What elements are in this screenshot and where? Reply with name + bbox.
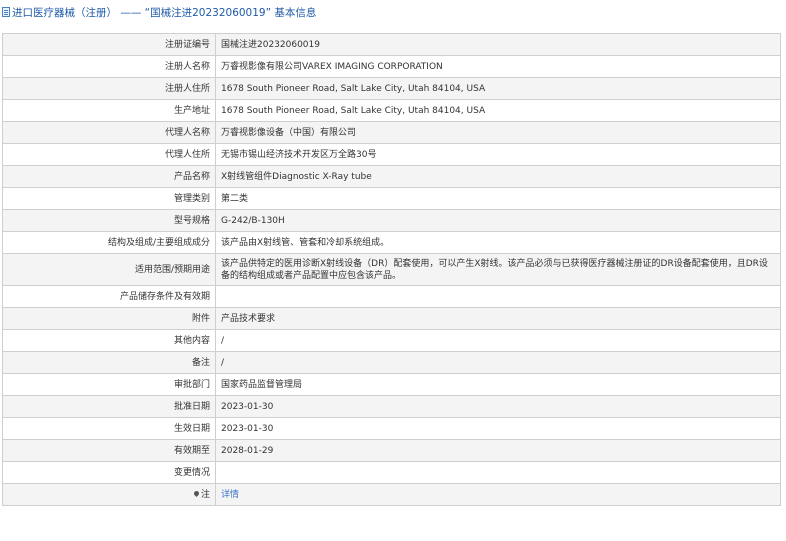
table-row: 管理类别 第二类 [2,187,781,210]
registration-detail-table: 注册证编号 国械注进20232060019 注册人名称 万睿视影像有限公司VAR… [2,33,781,506]
row-label: 代理人名称 [2,121,216,144]
row-label: 产品名称 [2,165,216,188]
row-label: 审批部门 [2,373,216,396]
row-value: / [215,351,781,374]
table-row: 审批部门 国家药品监督管理局 [2,373,781,396]
table-row: 注册人名称 万睿视影像有限公司VAREX IMAGING CORPORATION [2,55,781,78]
table-row: 注册证编号 国械注进20232060019 [2,33,781,56]
row-label: 管理类别 [2,187,216,210]
row-label: 产品储存条件及有效期 [2,285,216,308]
table-row: 有效期至 2028-01-29 [2,439,781,462]
page-title: 进口医疗器械（注册） —— “国械注进20232060019” 基本信息 [12,6,317,19]
table-row: 产品储存条件及有效期 [2,285,781,308]
row-label: 型号规格 [2,209,216,232]
row-value: 该产品由X射线管、管套和冷却系统组成。 [215,231,781,254]
row-value: 国械注进20232060019 [215,33,781,56]
row-label: 附件 [2,307,216,330]
details-link[interactable]: 详情 [221,490,239,500]
table-row: 注册人住所 1678 South Pioneer Road, Salt Lake… [2,77,781,100]
row-value: 产品技术要求 [215,307,781,330]
row-value: 2028-01-29 [215,439,781,462]
page-header: 进口医疗器械（注册） —— “国械注进20232060019” 基本信息 [0,0,786,24]
row-value: 第二类 [215,187,781,210]
row-value: 1678 South Pioneer Road, Salt Lake City,… [215,99,781,122]
row-label: 生效日期 [2,417,216,440]
row-label: 结构及组成/主要组成成分 [2,231,216,254]
row-value: 万睿视影像有限公司VAREX IMAGING CORPORATION [215,55,781,78]
table-row: 产品名称 X射线管组件Diagnostic X-Ray tube [2,165,781,188]
table-row: 结构及组成/主要组成成分 该产品由X射线管、管套和冷却系统组成。 [2,231,781,254]
row-value: 1678 South Pioneer Road, Salt Lake City,… [215,77,781,100]
row-value: X射线管组件Diagnostic X-Ray tube [215,165,781,188]
row-value: 该产品供特定的医用诊断X射线设备（DR）配套使用，可以产生X射线。该产品必须与已… [215,253,781,286]
row-label: 变更情况 [2,461,216,484]
row-value [215,461,781,484]
note-label: 注 [2,483,216,506]
table-row: 变更情况 [2,461,781,484]
table-row: 注 详情 [2,483,781,506]
row-value: G-242/B-130H [215,209,781,232]
table-row: 生效日期 2023-01-30 [2,417,781,440]
row-label: 其他内容 [2,329,216,352]
table-row: 备注 / [2,351,781,374]
row-label: 注册人名称 [2,55,216,78]
row-label: 注册人住所 [2,77,216,100]
document-icon [2,7,10,17]
row-value: / [215,329,781,352]
table-row: 型号规格 G-242/B-130H [2,209,781,232]
table-row: 代理人住所 无锡市锡山经济技术开发区万全路30号 [2,143,781,166]
row-value: 2023-01-30 [215,417,781,440]
row-value: 详情 [215,483,781,506]
row-label: 注册证编号 [2,33,216,56]
row-label: 生产地址 [2,99,216,122]
row-value: 国家药品监督管理局 [215,373,781,396]
row-value: 万睿视影像设备（中国）有限公司 [215,121,781,144]
row-value: 无锡市锡山经济技术开发区万全路30号 [215,143,781,166]
row-value: 2023-01-30 [215,395,781,418]
row-label: 有效期至 [2,439,216,462]
table-row: 其他内容 / [2,329,781,352]
table-row: 批准日期 2023-01-30 [2,395,781,418]
table-row: 附件 产品技术要求 [2,307,781,330]
row-label: 代理人住所 [2,143,216,166]
table-row: 生产地址 1678 South Pioneer Road, Salt Lake … [2,99,781,122]
row-label: 注 [200,489,210,500]
row-label: 批准日期 [2,395,216,418]
row-label: 适用范围/预期用途 [2,253,216,286]
row-label: 备注 [2,351,216,374]
location-pin-icon [192,489,201,497]
row-value [215,285,781,308]
table-row: 适用范围/预期用途 该产品供特定的医用诊断X射线设备（DR）配套使用，可以产生X… [2,253,781,286]
table-row: 代理人名称 万睿视影像设备（中国）有限公司 [2,121,781,144]
